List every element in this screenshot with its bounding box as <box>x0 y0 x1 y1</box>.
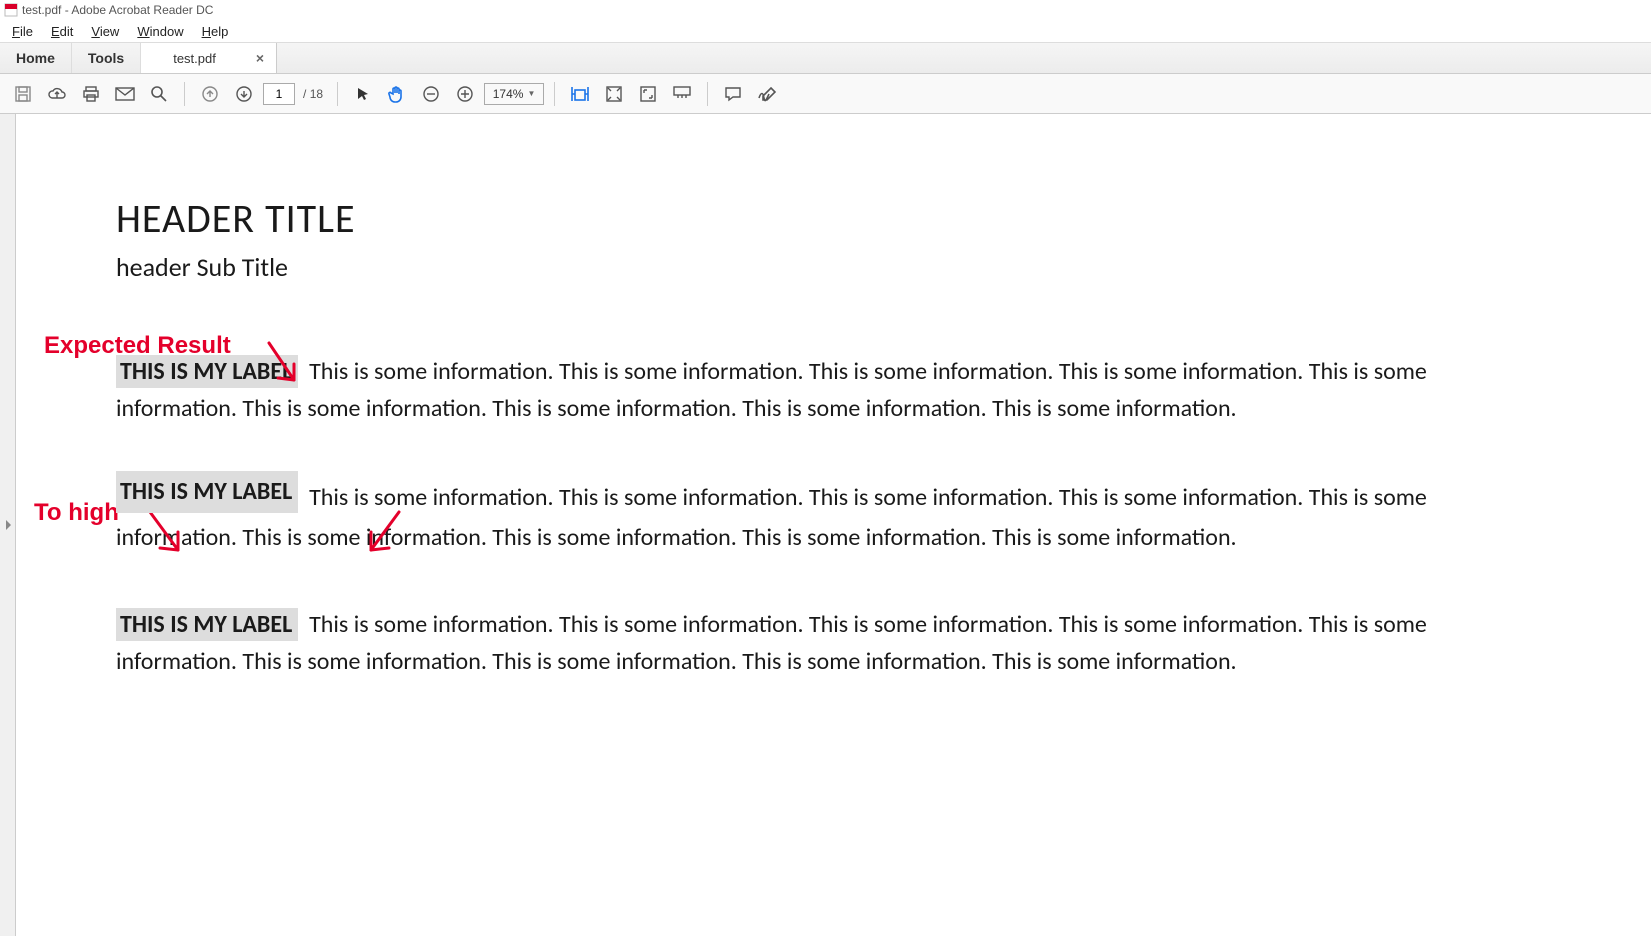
doc-info-text: This is some information. This is some i… <box>116 610 1427 676</box>
window-title: test.pdf - Adobe Acrobat Reader DC <box>22 3 213 17</box>
search-icon[interactable] <box>144 79 174 109</box>
menu-bar: File Edit View Window Help <box>0 20 1651 42</box>
doc-info-text: This is some information. This is some i… <box>116 483 1427 551</box>
window-titlebar: test.pdf - Adobe Acrobat Reader DC <box>0 0 1651 20</box>
page-viewport[interactable]: Expected Result To high HEADER TITLE hea… <box>16 114 1651 936</box>
doc-paragraph: THIS IS MY LABEL This is some informatio… <box>116 606 1551 680</box>
save-icon[interactable] <box>8 79 38 109</box>
email-icon[interactable] <box>110 79 140 109</box>
selection-arrow-icon[interactable] <box>348 79 378 109</box>
toolbar-separator <box>707 82 708 106</box>
arrow-icon <box>361 506 405 558</box>
menu-help[interactable]: Help <box>194 22 237 41</box>
menu-window[interactable]: Window <box>129 22 191 41</box>
tab-strip: Home Tools test.pdf × <box>0 42 1651 74</box>
page-number-input[interactable] <box>263 83 295 105</box>
fit-page-icon[interactable] <box>599 79 629 109</box>
annotation-expected: Expected Result <box>44 332 231 360</box>
page-up-icon[interactable] <box>195 79 225 109</box>
workspace: Expected Result To high HEADER TITLE hea… <box>0 114 1651 936</box>
tab-home[interactable]: Home <box>0 43 72 73</box>
zoom-level-select[interactable]: 174% ▼ <box>484 83 544 105</box>
comment-icon[interactable] <box>718 79 748 109</box>
doc-header-title: HEADER TITLE <box>116 194 1551 243</box>
toolbar-separator <box>184 82 185 106</box>
toolbar: / 18 174% ▼ <box>0 74 1651 114</box>
page-down-icon[interactable] <box>229 79 259 109</box>
read-mode-icon[interactable] <box>667 79 697 109</box>
pdf-app-icon <box>4 3 18 17</box>
document-body: HEADER TITLE header Sub Title THIS IS MY… <box>16 194 1651 680</box>
tab-document-label: test.pdf <box>173 51 216 66</box>
menu-file[interactable]: File <box>4 22 41 41</box>
doc-paragraph: THIS IS MY LABEL This is some informatio… <box>116 353 1551 427</box>
print-icon[interactable] <box>76 79 106 109</box>
tab-tools[interactable]: Tools <box>72 43 141 73</box>
arrow-icon <box>144 506 188 558</box>
arrow-icon <box>264 338 304 388</box>
annotation-too-high: To high <box>34 499 119 527</box>
doc-label: THIS IS MY LABEL <box>116 608 298 641</box>
cloud-icon[interactable] <box>42 79 72 109</box>
chevron-down-icon: ▼ <box>527 89 535 98</box>
page-total-label: / 18 <box>299 87 327 101</box>
zoom-in-icon[interactable] <box>450 79 480 109</box>
doc-label: THIS IS MY LABEL <box>116 471 298 512</box>
doc-info-text: This is some information. This is some i… <box>116 357 1427 423</box>
zoom-level-label: 174% <box>493 87 524 101</box>
doc-paragraph: THIS IS MY LABEL This is some informatio… <box>116 477 1551 555</box>
menu-edit[interactable]: Edit <box>43 22 81 41</box>
hand-tool-icon[interactable] <box>382 79 412 109</box>
zoom-out-icon[interactable] <box>416 79 446 109</box>
fit-width-icon[interactable] <box>565 79 595 109</box>
tab-close-icon[interactable]: × <box>256 50 264 66</box>
toolbar-separator <box>554 82 555 106</box>
tab-document[interactable]: test.pdf × <box>141 43 277 73</box>
menu-view[interactable]: View <box>83 22 127 41</box>
sign-icon[interactable] <box>752 79 782 109</box>
sidebar-expand-handle[interactable] <box>0 114 16 936</box>
fullscreen-icon[interactable] <box>633 79 663 109</box>
pdf-page: Expected Result To high HEADER TITLE hea… <box>16 114 1651 936</box>
doc-header-subtitle: header Sub Title <box>116 251 1551 283</box>
toolbar-separator <box>337 82 338 106</box>
